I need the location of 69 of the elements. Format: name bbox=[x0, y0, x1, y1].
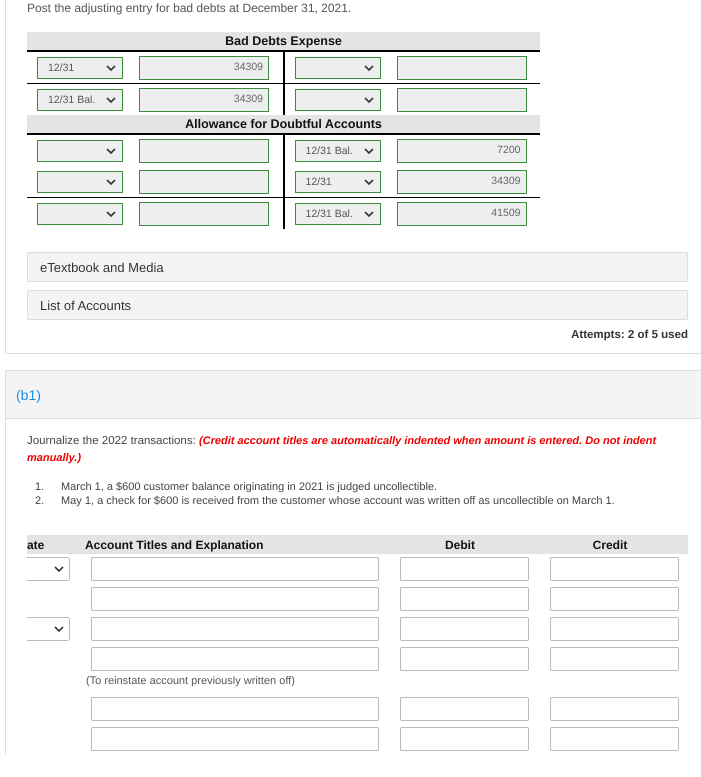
amount-field[interactable] bbox=[396, 88, 526, 112]
account-field[interactable] bbox=[91, 727, 379, 751]
debit-field[interactable] bbox=[400, 617, 529, 641]
account-field[interactable] bbox=[91, 697, 379, 721]
credit-field[interactable] bbox=[550, 697, 679, 721]
column-header: Debit bbox=[444, 538, 476, 552]
column-header: Credit bbox=[592, 538, 628, 552]
debit-field[interactable] bbox=[400, 587, 529, 611]
amount-field[interactable] bbox=[396, 56, 526, 80]
chevron-down-icon bbox=[106, 64, 116, 70]
date-select[interactable] bbox=[37, 140, 123, 162]
transaction-text: March 1, a $600 customer balance originating in 2021 is judged uncollectible. bbox=[61, 481, 438, 493]
credit-field[interactable] bbox=[550, 727, 679, 751]
date-select[interactable] bbox=[27, 617, 70, 641]
date-select[interactable] bbox=[37, 170, 123, 192]
chevron-down-icon bbox=[364, 96, 374, 102]
chevron-down-icon bbox=[364, 64, 374, 70]
attempts-text: Attempts: 2 of 5 used bbox=[570, 329, 688, 341]
credit-field[interactable] bbox=[550, 587, 679, 611]
chevron-down-icon bbox=[106, 96, 116, 102]
chevron-down-icon bbox=[106, 148, 116, 154]
prompt-text: Journalize the 2022 transactions: (Credit account titles are automatically indented when amount is entered. Do not indent manually.) bbox=[27, 434, 658, 466]
date-select[interactable]: 12/31 bbox=[294, 170, 380, 192]
part-label: (b1) bbox=[16, 386, 41, 402]
instruction-text: Post the adjusting entry for bad debts at December 31, 2021. bbox=[27, 0, 352, 15]
list-number: 2. bbox=[34, 495, 46, 507]
account-field[interactable] bbox=[91, 557, 379, 581]
chevron-down-icon bbox=[364, 178, 374, 184]
date-select[interactable] bbox=[294, 56, 380, 78]
amount-field[interactable] bbox=[139, 138, 269, 162]
credit-field[interactable] bbox=[550, 557, 679, 581]
chevron-down-icon bbox=[54, 626, 64, 632]
date-select[interactable] bbox=[294, 88, 380, 110]
chevron-down-icon bbox=[54, 566, 64, 572]
date-select[interactable]: 12/31 bbox=[37, 56, 123, 78]
amount-field[interactable] bbox=[139, 170, 269, 194]
credit-field[interactable] bbox=[550, 647, 679, 671]
column-header: Account Titles and Explanation bbox=[85, 538, 264, 552]
debit-field[interactable] bbox=[400, 727, 529, 751]
date-select[interactable] bbox=[27, 557, 70, 581]
date-select[interactable]: 12/31 Bal. bbox=[294, 202, 380, 224]
resource-link[interactable]: List of Accounts bbox=[27, 290, 688, 320]
chevron-down-icon bbox=[106, 178, 116, 184]
account-title: Allowance for Doubtful Accounts bbox=[27, 115, 540, 135]
transaction-text: May 1, a check for $600 is received from the customer whose account was written off as uncollectible on March 1. bbox=[61, 495, 615, 507]
amount-field[interactable] bbox=[139, 202, 269, 226]
account-title: Bad Debts Expense bbox=[27, 32, 540, 52]
amount-field[interactable]: 34309 bbox=[139, 56, 269, 80]
column-header: ate bbox=[27, 538, 46, 552]
debit-field[interactable] bbox=[400, 557, 529, 581]
amount-field[interactable]: 34309 bbox=[139, 88, 269, 112]
date-select[interactable] bbox=[37, 202, 123, 224]
account-field[interactable] bbox=[91, 617, 379, 641]
credit-field[interactable] bbox=[550, 617, 679, 641]
resource-link[interactable]: eTextbook and Media bbox=[27, 252, 688, 282]
account-field[interactable] bbox=[91, 587, 379, 611]
account-field[interactable] bbox=[91, 647, 379, 671]
chevron-down-icon bbox=[106, 210, 116, 216]
note-text: (To reinstate account previously written off) bbox=[85, 674, 296, 689]
chevron-down-icon bbox=[364, 148, 374, 154]
list-number: 1. bbox=[34, 481, 46, 493]
chevron-down-icon bbox=[364, 210, 374, 216]
date-select[interactable]: 12/31 Bal. bbox=[37, 88, 123, 110]
debit-field[interactable] bbox=[400, 697, 529, 721]
debit-field[interactable] bbox=[400, 647, 529, 671]
amount-field[interactable]: 34309 bbox=[396, 170, 526, 194]
date-select[interactable]: 12/31 Bal. bbox=[294, 140, 380, 162]
amount-field[interactable]: 7200 bbox=[396, 138, 526, 162]
amount-field[interactable]: 41509 bbox=[396, 202, 526, 226]
